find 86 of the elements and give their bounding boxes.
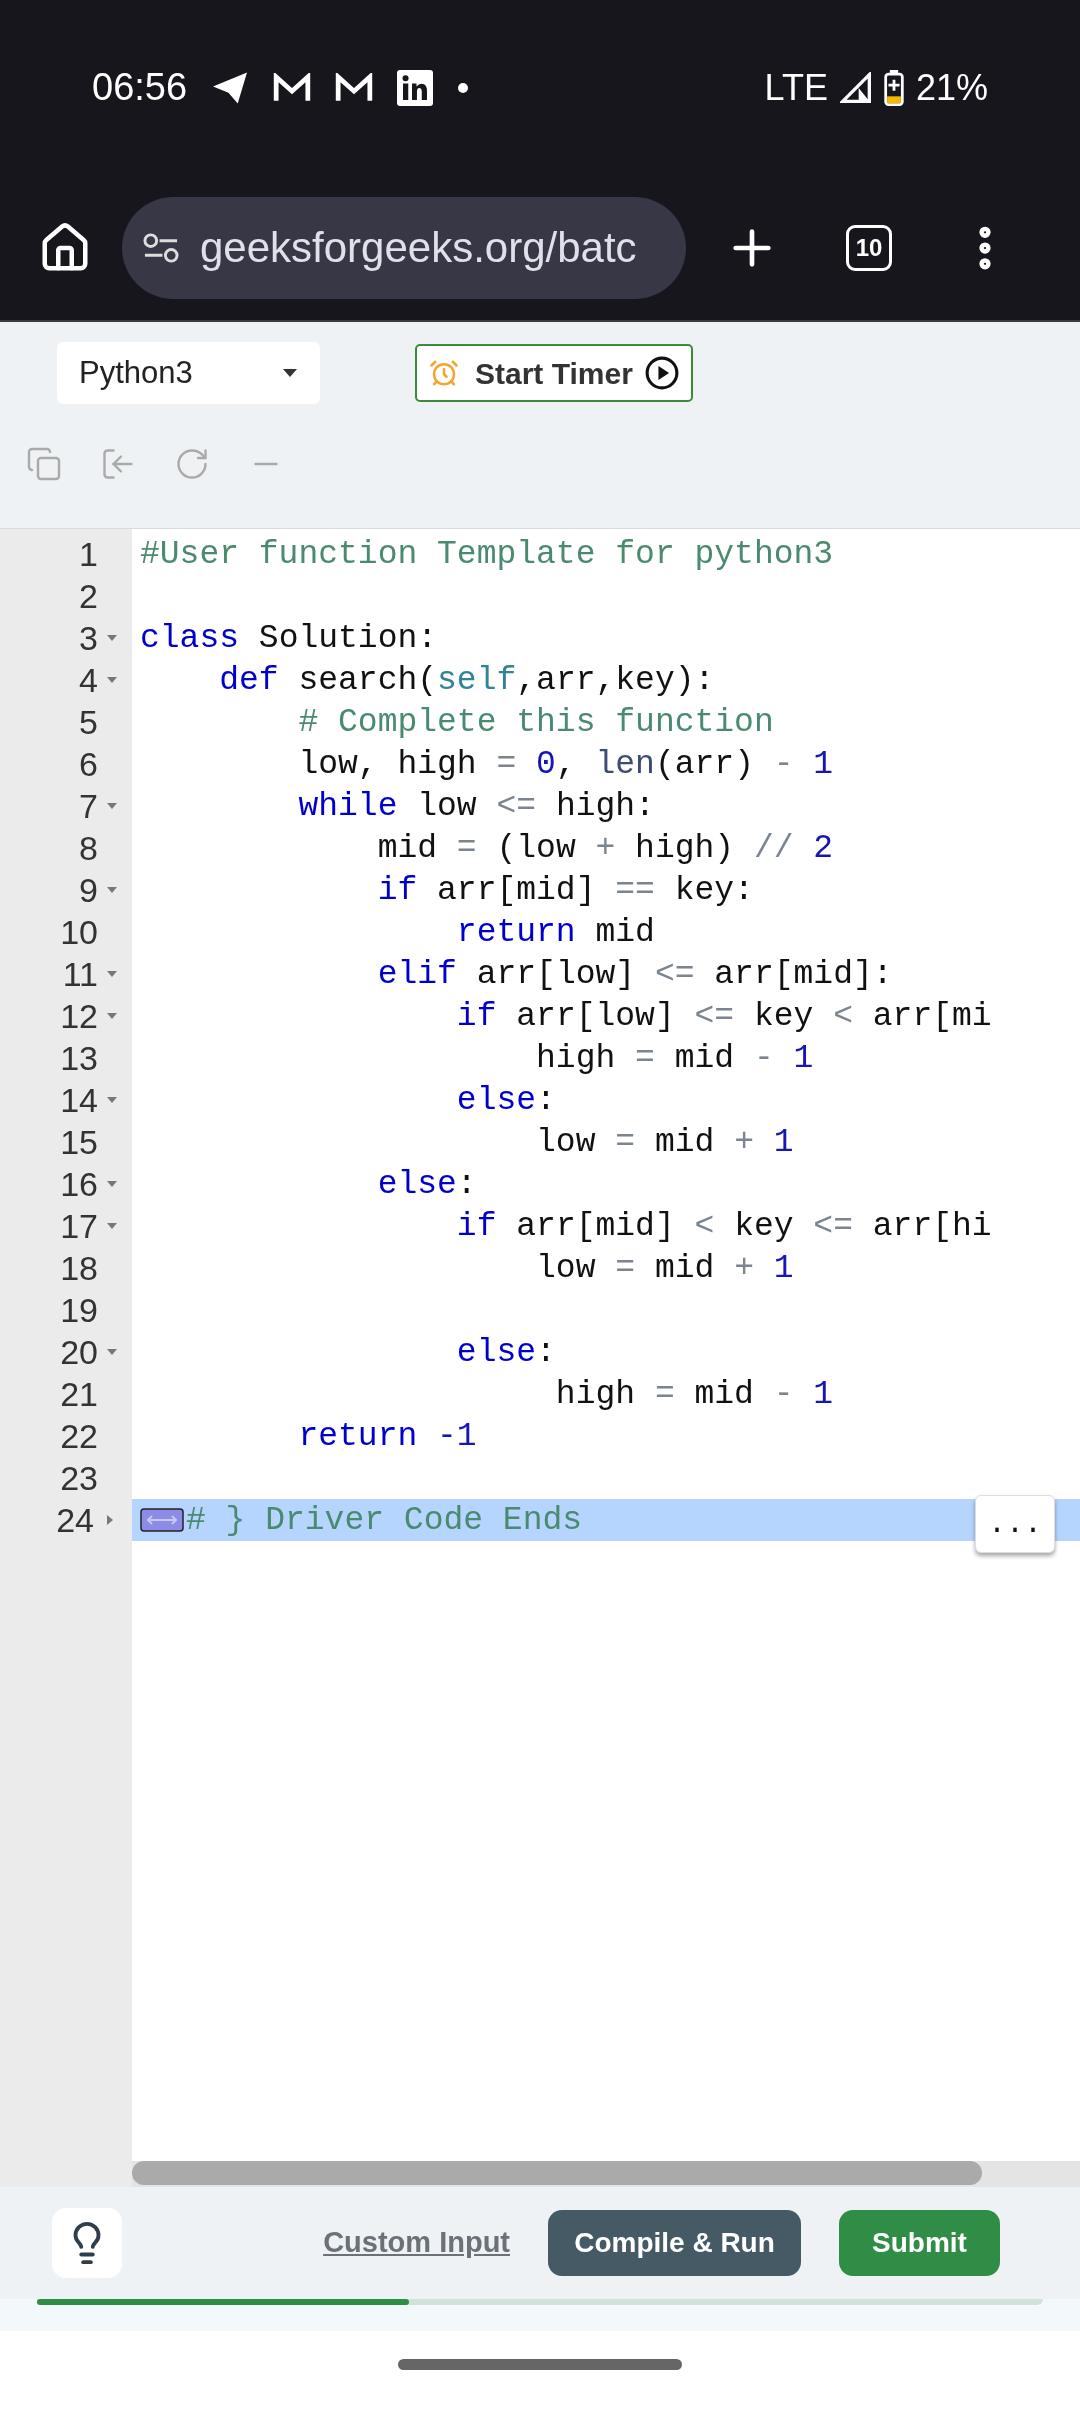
linkedin-icon — [397, 69, 434, 106]
line-number: 23 — [60, 1461, 98, 1495]
line-number: 15 — [60, 1125, 98, 1159]
network-label: LTE — [764, 65, 828, 110]
code-line: else: — [376, 1167, 477, 1201]
status-time: 06:56 — [92, 65, 188, 110]
url-text: geeksforgeeks.org/batc — [200, 223, 637, 273]
alarm-clock-icon — [429, 358, 459, 388]
fold-caret-icon[interactable] — [106, 1514, 114, 1526]
line-number: 8 — [79, 831, 98, 865]
line-number: 4 — [79, 663, 98, 697]
line-number: 10 — [60, 915, 98, 949]
code-line: class Solution: — [140, 621, 438, 655]
code-line: if arr[mid] < key <= arr[hi — [455, 1209, 992, 1243]
start-timer-button[interactable]: Start Timer — [415, 344, 693, 402]
fold-caret-icon[interactable] — [106, 802, 118, 810]
line-number: 13 — [60, 1041, 98, 1075]
dropdown-caret-icon — [282, 368, 298, 378]
play-icon — [644, 356, 679, 390]
mail-icon — [335, 72, 374, 103]
notification-dot-icon — [457, 81, 470, 94]
fold-caret-icon[interactable] — [106, 1012, 118, 1020]
code-line: low, high = 0, len(arr) - 1 — [297, 747, 834, 781]
folded-code-icon[interactable] — [140, 1508, 184, 1532]
line-number: 22 — [60, 1419, 98, 1453]
line-number: 21 — [60, 1377, 98, 1411]
url-bar[interactable]: geeksforgeeks.org/batc — [122, 196, 686, 299]
line-number: 5 — [79, 705, 98, 739]
line-number: 16 — [60, 1167, 98, 1201]
code-line: high = mid - 1 — [554, 1377, 834, 1411]
fold-caret-icon[interactable] — [106, 970, 118, 978]
hint-button[interactable] — [52, 2208, 122, 2278]
code-line: # } Driver Code Ends — [186, 1503, 583, 1537]
horizontal-scrollbar[interactable] — [132, 2161, 1080, 2187]
code-line: while low <= high: — [297, 789, 655, 823]
line-number: 12 — [60, 999, 98, 1033]
code-line: mid = (low + high) // 2 — [376, 831, 834, 865]
site-settings-icon[interactable] — [142, 232, 180, 263]
line-number: 17 — [60, 1209, 98, 1243]
code-line: #User function Template for python3 — [140, 537, 834, 571]
compile-run-button[interactable]: Compile & Run — [548, 2210, 801, 2276]
code-line: else: — [455, 1083, 556, 1117]
send-icon — [211, 70, 250, 105]
line-number: 14 — [60, 1083, 98, 1117]
code-line: low = mid + 1 — [535, 1251, 794, 1285]
line-number: 24 — [56, 1503, 94, 1537]
line-number: 19 — [60, 1293, 98, 1327]
line-number: 11 — [62, 957, 98, 991]
signal-icon — [839, 71, 872, 104]
custom-input-link[interactable]: Custom Input — [323, 2221, 510, 2265]
code-line: return mid — [455, 915, 655, 949]
line-number: 9 — [79, 873, 98, 907]
line-number: 2 — [79, 579, 98, 613]
battery-percent: 21% — [915, 65, 988, 110]
line-number: 7 — [79, 789, 98, 823]
fold-caret-icon[interactable] — [106, 676, 118, 684]
code-line: else: — [455, 1335, 556, 1369]
fold-caret-icon[interactable] — [106, 634, 118, 642]
copy-icon[interactable] — [26, 446, 62, 482]
line-number: 1 — [79, 537, 98, 571]
code-line: if arr[mid] == key: — [376, 873, 754, 907]
code-line: # Complete this function — [297, 705, 774, 739]
battery-icon — [883, 69, 904, 106]
code-line: def search(self,arr,key): — [218, 663, 715, 697]
mail-icon — [273, 72, 312, 103]
language-select[interactable]: Python3 — [57, 342, 320, 404]
fold-caret-icon[interactable] — [106, 1180, 118, 1188]
import-icon[interactable] — [100, 446, 136, 482]
code-line: return -1 — [297, 1419, 477, 1453]
line-number: 3 — [79, 621, 98, 655]
code-line: elif arr[low] <= arr[mid]: — [376, 957, 893, 991]
fold-caret-icon[interactable] — [106, 1348, 118, 1356]
submit-button[interactable]: Submit — [839, 2210, 1000, 2276]
code-line: if arr[low] <= key < arr[mi — [455, 999, 992, 1033]
line-number: 18 — [60, 1251, 98, 1285]
code-line: low = mid + 1 — [535, 1125, 794, 1159]
tab-count-button[interactable]: 10 — [846, 224, 892, 271]
fold-caret-icon[interactable] — [106, 1096, 118, 1104]
scrollbar-thumb[interactable] — [132, 2161, 982, 2185]
line-number: 20 — [60, 1335, 98, 1369]
fold-caret-icon[interactable] — [106, 1222, 118, 1230]
more-button[interactable]: ... — [975, 1495, 1055, 1553]
fold-caret-icon[interactable] — [106, 886, 118, 894]
line-number: 6 — [79, 747, 98, 781]
reset-icon[interactable] — [174, 446, 210, 482]
code-line: high = mid - 1 — [535, 1041, 814, 1075]
